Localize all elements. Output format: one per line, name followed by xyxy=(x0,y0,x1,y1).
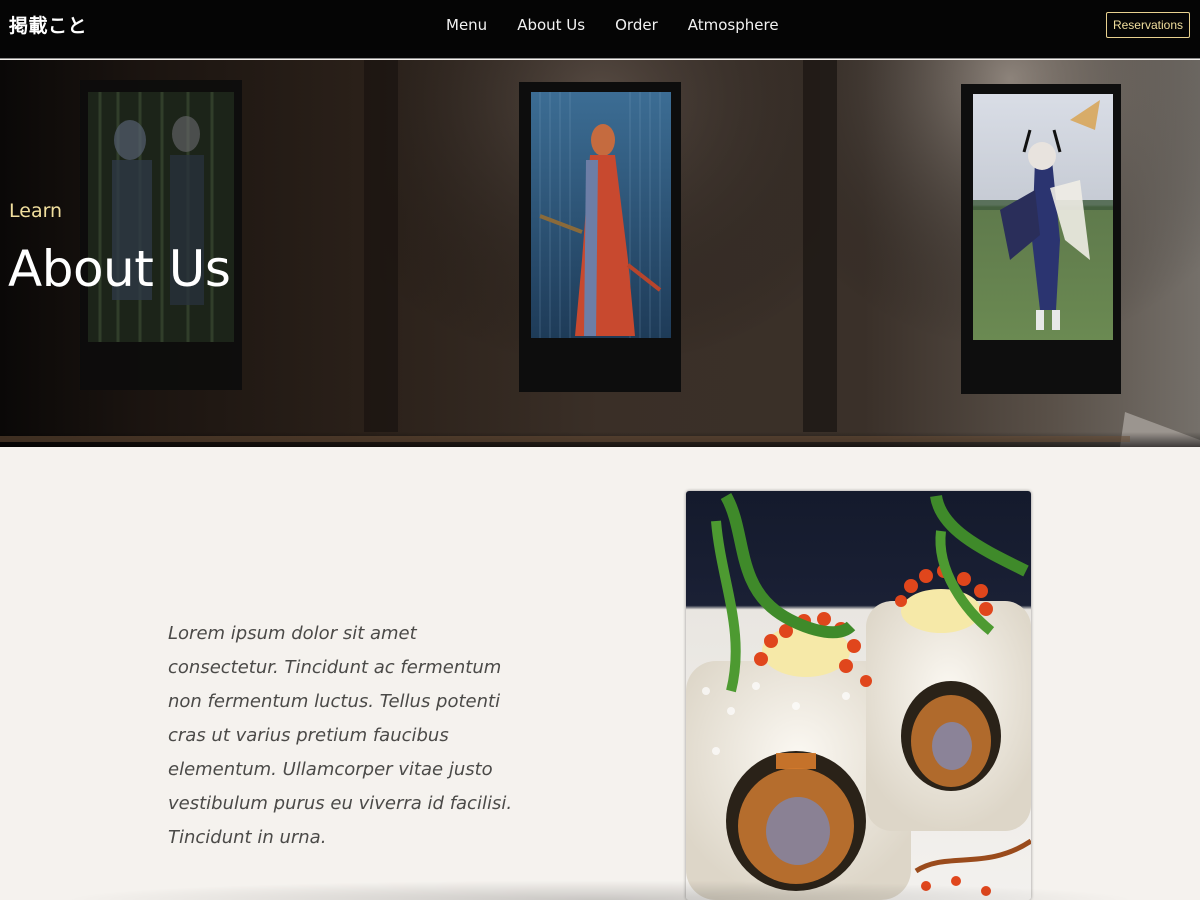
section-shadow xyxy=(60,880,1140,900)
page-title: About Us xyxy=(8,240,231,298)
hero-banner: Learn About Us xyxy=(0,60,1200,447)
top-navbar: 掲載こと Menu About Us Order Atmosphere Rese… xyxy=(0,0,1200,59)
nav-link-about-us[interactable]: About Us xyxy=(502,14,600,36)
nav-link-order[interactable]: Order xyxy=(600,14,673,36)
reservations-button[interactable]: Reservations xyxy=(1105,12,1190,38)
sushi-roll-photo xyxy=(686,491,1031,900)
nav-link-menu[interactable]: Menu xyxy=(431,14,502,36)
nav-link-atmosphere[interactable]: Atmosphere xyxy=(673,14,794,36)
about-paragraph: Lorem ipsum dolor sit amet consectetur. … xyxy=(168,623,513,848)
brand-logo[interactable]: 掲載こと xyxy=(9,11,87,38)
main-nav: Menu About Us Order Atmosphere xyxy=(431,14,794,36)
hero-kicker: Learn xyxy=(9,200,63,222)
